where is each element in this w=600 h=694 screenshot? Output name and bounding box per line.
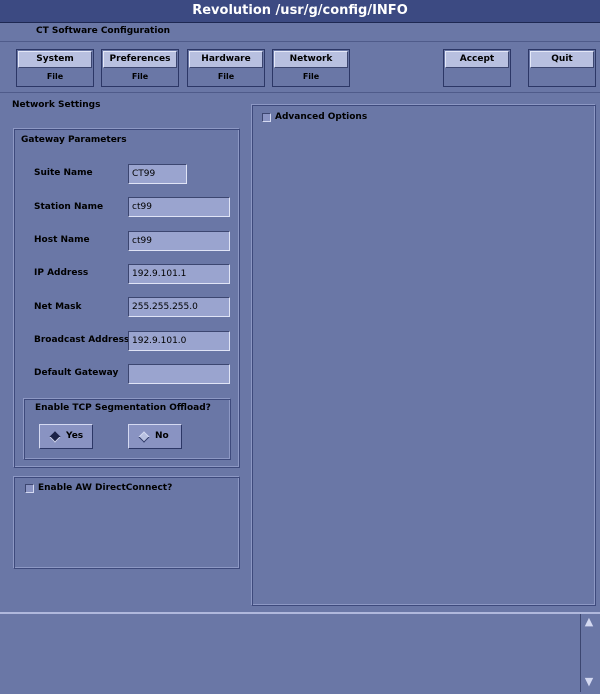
preferences-button[interactable]: Preferences [103,51,177,68]
hardware-button[interactable]: Hardware [189,51,263,68]
accept-button[interactable]: Accept [445,51,509,68]
advanced-options-checkbox[interactable] [262,113,271,122]
broadcast-address-label: Broadcast Address [34,335,130,345]
radio-selected-icon [49,431,61,443]
aw-directconnect-label: Enable AW DirectConnect? [38,483,173,493]
message-area [0,612,600,694]
tcp-offload-question: Enable TCP Segmentation Offload? [35,403,211,413]
aw-directconnect-checkbox[interactable] [25,484,34,493]
divider [0,41,600,42]
divider [0,92,600,93]
advanced-options-label: Advanced Options [275,112,368,122]
tcp-offload-no-radio[interactable]: No [128,424,182,449]
vertical-scrollbar[interactable]: ▲ ▼ [580,614,597,692]
quit-button-frame[interactable]: Quit [528,49,596,87]
app-subtitle: CT Software Configuration [36,26,171,36]
net-mask-label: Net Mask [34,302,82,312]
window-title: Revolution /usr/g/config/INFO [0,0,600,23]
tcp-offload-yes-radio[interactable]: Yes [39,424,93,449]
host-name-label: Host Name [34,235,90,245]
suite-name-label: Suite Name [34,168,93,178]
preferences-menu[interactable]: Preferences File [101,49,179,87]
hardware-file-label[interactable]: File [189,69,263,84]
scroll-up-arrow-icon[interactable]: ▲ [583,616,595,628]
accept-button-frame[interactable]: Accept [443,49,511,87]
system-button[interactable]: System [18,51,92,68]
no-label: No [155,431,169,441]
suite-name-field[interactable]: CT99 [128,164,187,184]
network-settings-label: Network Settings [12,100,101,110]
net-mask-field[interactable]: 255.255.255.0 [128,297,230,317]
default-gateway-label: Default Gateway [34,368,119,378]
station-name-field[interactable]: ct99 [128,197,230,217]
ip-address-field[interactable]: 192.9.101.1 [128,264,230,284]
gateway-parameters-title: Gateway Parameters [21,135,127,145]
scroll-down-arrow-icon[interactable]: ▼ [583,676,595,688]
network-menu[interactable]: Network File [272,49,350,87]
network-file-label[interactable]: File [274,69,348,84]
station-name-label: Station Name [34,202,104,212]
host-name-field[interactable]: ct99 [128,231,230,251]
quit-button[interactable]: Quit [530,51,594,68]
system-file-label[interactable]: File [18,69,92,84]
default-gateway-field[interactable] [128,364,230,384]
network-button[interactable]: Network [274,51,348,68]
radio-unselected-icon [138,431,150,443]
ip-address-label: IP Address [34,268,89,278]
broadcast-address-field[interactable]: 192.9.101.0 [128,331,230,351]
hardware-menu[interactable]: Hardware File [187,49,265,87]
preferences-file-label[interactable]: File [103,69,177,84]
system-menu[interactable]: System File [16,49,94,87]
yes-label: Yes [66,431,84,441]
advanced-options-panel [251,104,596,606]
